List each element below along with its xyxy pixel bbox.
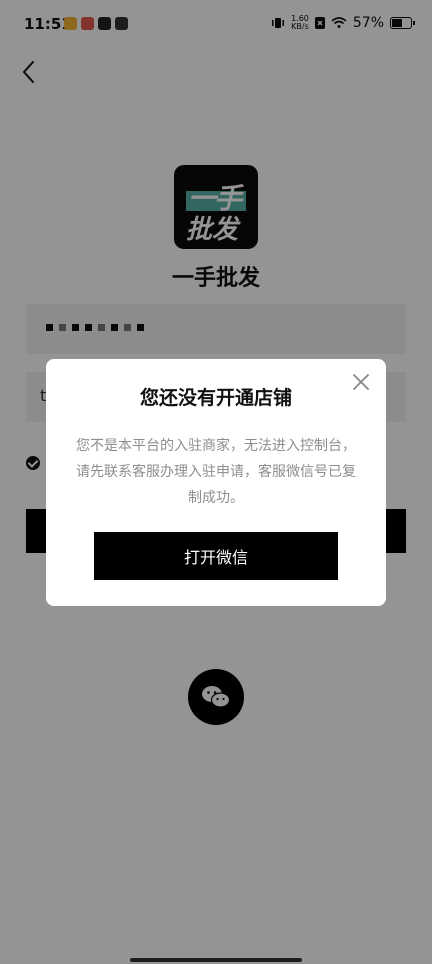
dialog-message: 您不是本平台的入驻商家，无法进入控制台，请先联系客服办理入驻申请，客服微信号已复… — [76, 438, 356, 506]
no-store-dialog: 您还没有开通店铺 您不是本平台的入驻商家，无法进入控制台，请先联系客服办理入驻申… — [46, 359, 386, 606]
close-icon[interactable] — [352, 373, 370, 391]
dialog-title: 您还没有开通店铺 — [139, 387, 292, 409]
open-wechat-button[interactable]: 打开微信 — [94, 532, 338, 580]
